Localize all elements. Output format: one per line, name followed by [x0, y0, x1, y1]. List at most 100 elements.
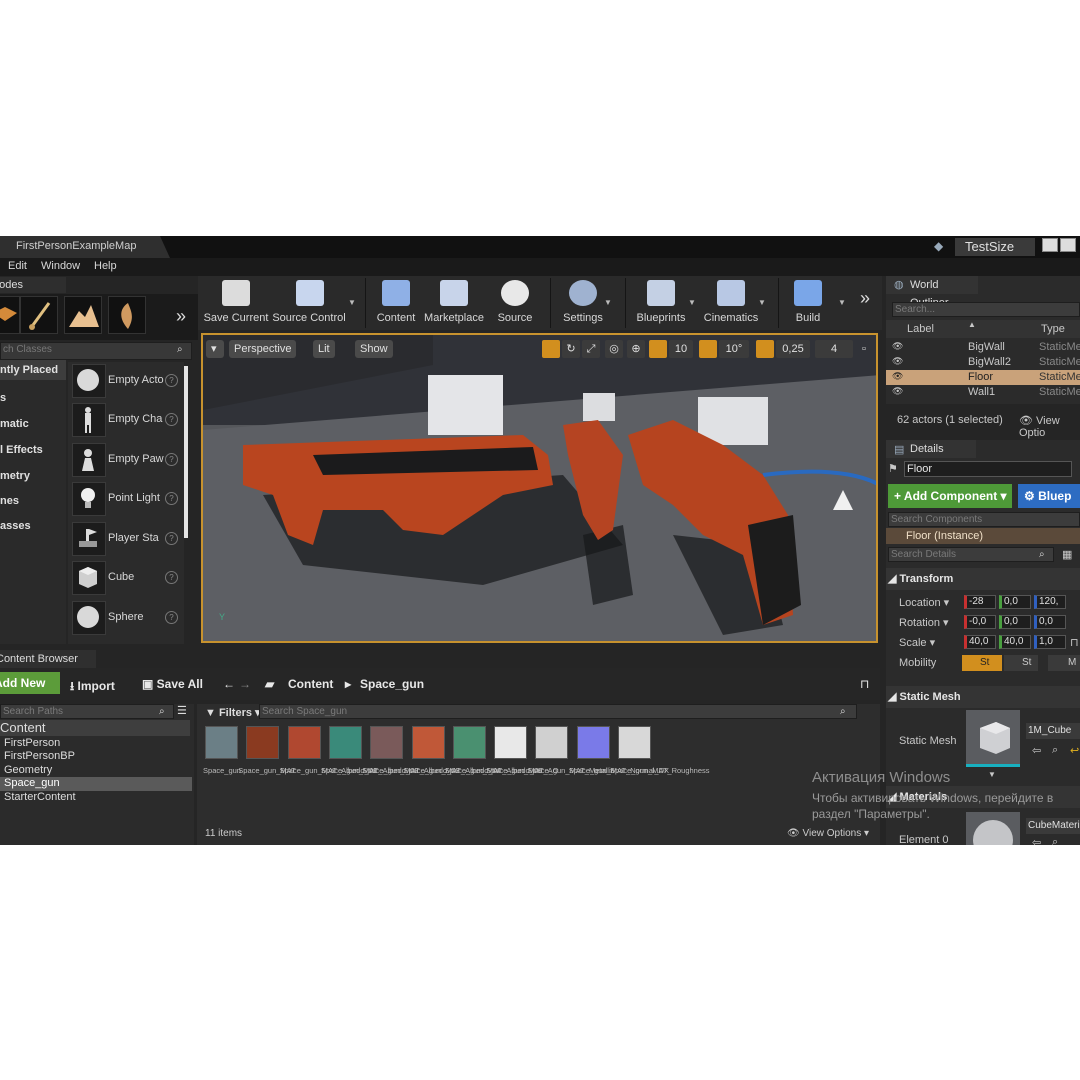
rotation-snap-icon[interactable]	[699, 340, 717, 358]
save-current-button[interactable]: Save Current	[200, 276, 272, 330]
asset-tile[interactable]: Space_gun_MAT_Albedo_05	[445, 726, 542, 796]
category-cinematic[interactable]: matic	[0, 414, 66, 434]
source-button[interactable]: Source	[488, 276, 542, 330]
asset-tile[interactable]: Space_gun_MAT_Albedo_03	[362, 726, 460, 796]
scale-z-input[interactable]: 1,0	[1034, 635, 1066, 649]
scale-label[interactable]: Scale ▾	[899, 636, 935, 649]
visibility-eye-icon[interactable]: 👁	[892, 341, 903, 352]
scale-tool-icon[interactable]: ⤢	[582, 340, 600, 358]
outliner-search-input[interactable]: Search...	[892, 302, 1080, 317]
static-mesh-thumbnail[interactable]	[966, 710, 1020, 767]
mobility-stationary-button[interactable]: St	[1004, 655, 1038, 671]
place-item-empty-pawn[interactable]: Empty Paw?	[68, 441, 184, 479]
scale-x-input[interactable]: 40,0	[964, 635, 996, 649]
location-z-input[interactable]: 120,	[1034, 595, 1066, 609]
visibility-eye-icon[interactable]: 👁	[892, 386, 903, 397]
mobility-static-button[interactable]: St	[962, 655, 1002, 671]
tree-item-geometry[interactable]: Geometry	[4, 764, 52, 776]
reset-icon[interactable]: ↩	[1070, 744, 1079, 757]
tree-item-space-gun[interactable]: Space_gun	[0, 777, 192, 791]
scale-y-input[interactable]: 40,0	[999, 635, 1031, 649]
asset-tile[interactable]: Space_gun	[203, 726, 241, 796]
lit-button[interactable]: Lit	[313, 340, 335, 358]
maximize-icon[interactable]	[1060, 238, 1076, 252]
content-browser-tab[interactable]: Content Browser	[0, 650, 96, 668]
save-all-button[interactable]: ▣ Save All	[142, 677, 203, 691]
place-mode-icon[interactable]	[0, 296, 20, 334]
view-options-button[interactable]: 👁 View Options ▾	[787, 828, 869, 839]
level-viewport[interactable]: Y ▾ Perspective Lit Show ↻ ⤢ ◎ ⊕ 10 10° …	[201, 333, 878, 643]
place-item-empty-actor[interactable]: Empty Acto?	[68, 362, 184, 400]
rotation-y-input[interactable]: 0,0	[999, 615, 1031, 629]
path-options-icon[interactable]: ☰	[177, 704, 187, 717]
class-search-input[interactable]: ch Classes ⌕	[0, 342, 192, 360]
content-button[interactable]: Content	[368, 276, 424, 330]
category-recently-placed[interactable]: ntly Placed	[0, 360, 66, 380]
location-y-input[interactable]: 0,0	[999, 595, 1031, 609]
blueprint-button[interactable]: ⚙ Bluep	[1018, 484, 1080, 508]
help-icon[interactable]: ?	[165, 492, 178, 505]
place-item-sphere[interactable]: Sphere?	[68, 599, 184, 637]
asset-search-input[interactable]: Search Space_gun ⌕	[259, 704, 857, 719]
add-component-button[interactable]: + Add Component ▾	[888, 484, 1012, 508]
maximize-viewport-icon[interactable]: ▫	[857, 340, 871, 358]
transform-section[interactable]: ◢ Transform	[886, 568, 1080, 590]
help-icon[interactable]: ?	[165, 374, 178, 387]
place-item-player-start[interactable]: Player Sta?	[68, 520, 184, 558]
path-space-gun[interactable]: Space_gun	[360, 677, 424, 691]
world-local-icon[interactable]: ◎	[605, 340, 623, 358]
lock-icon[interactable]: ⊓	[860, 677, 869, 691]
visibility-eye-icon[interactable]: 👁	[892, 356, 903, 367]
asset-tile[interactable]: Space_gun_MAT_Albedo_02	[321, 726, 418, 796]
col-type[interactable]: Type	[1041, 323, 1065, 335]
category-geometry[interactable]: metry	[0, 466, 66, 486]
browse-icon[interactable]: ⌕	[1052, 744, 1058, 757]
component-instance[interactable]: Floor (Instance)	[886, 528, 1080, 544]
landscape-mode-icon[interactable]	[64, 296, 102, 334]
asset-tile[interactable]: Space_gun_MAT_AO	[486, 726, 559, 796]
path-content[interactable]: Content	[288, 677, 333, 691]
filters-button[interactable]: ▼ Filters ▾	[205, 706, 261, 719]
category-basic[interactable]: s	[0, 388, 66, 408]
help-icon[interactable]: ?	[165, 532, 178, 545]
visibility-eye-icon[interactable]: 👁	[892, 371, 903, 382]
blueprints-button[interactable]: Blueprints ▼	[628, 276, 696, 330]
translate-tool-icon[interactable]	[542, 340, 560, 358]
outliner-row[interactable]: 👁 Wall1 StaticMe	[886, 385, 1080, 400]
history-back-icon[interactable]: ←	[223, 677, 235, 691]
location-x-input[interactable]: -28	[964, 595, 996, 609]
static-mesh-picker[interactable]: 1M_Cube	[1026, 723, 1080, 739]
settings-button[interactable]: Settings ▼	[554, 276, 612, 330]
browse-icon[interactable]: ⌕	[1052, 836, 1058, 845]
history-forward-icon[interactable]: →	[239, 677, 251, 691]
scale-lock-icon[interactable]: ⊓	[1070, 636, 1079, 649]
rotation-z-input[interactable]: 0,0	[1034, 615, 1066, 629]
foliage-mode-icon[interactable]	[108, 296, 146, 334]
import-button[interactable]: ⭳ Import	[70, 677, 115, 698]
use-selected-icon[interactable]: ⇦	[1032, 744, 1041, 757]
place-item-point-light[interactable]: Point Light?	[68, 480, 184, 518]
asset-tile[interactable]: Space_gun_MAT_Albedo_01	[280, 726, 377, 796]
modes-tab[interactable]: Modes	[0, 277, 66, 293]
grid-snap-icon[interactable]	[649, 340, 667, 358]
marketplace-button[interactable]: Marketplace	[424, 276, 484, 330]
menu-edit[interactable]: Edit	[8, 260, 27, 272]
build-button[interactable]: Build ▼	[782, 276, 846, 330]
rotation-snap-value[interactable]: 10°	[719, 340, 749, 358]
use-selected-icon[interactable]: ⇦	[1032, 836, 1041, 845]
property-matrix-icon[interactable]: ▦	[1062, 548, 1072, 561]
place-item-cube[interactable]: Cube?	[68, 559, 184, 597]
asset-tile[interactable]: Space_gun_MAT_Metallic	[527, 726, 614, 796]
asset-tile[interactable]: Space_gun_MAT_Roughness	[610, 726, 710, 796]
more-toolbar-icon[interactable]: »	[860, 288, 870, 309]
rotation-label[interactable]: Rotation ▾	[899, 616, 949, 629]
scale-snap-icon[interactable]	[756, 340, 774, 358]
show-button[interactable]: Show	[355, 340, 393, 358]
actor-name-input[interactable]: Floor	[904, 461, 1072, 477]
outliner-row[interactable]: 👁 BigWall StaticMe	[886, 340, 1080, 355]
outliner-row[interactable]: 👁 Floor StaticMe	[886, 370, 1080, 385]
paint-mode-icon[interactable]	[20, 296, 58, 334]
cinematics-button[interactable]: Cinematics ▼	[698, 276, 766, 330]
category-visual-effects[interactable]: l Effects	[0, 440, 66, 460]
location-label[interactable]: Location ▾	[899, 596, 949, 609]
